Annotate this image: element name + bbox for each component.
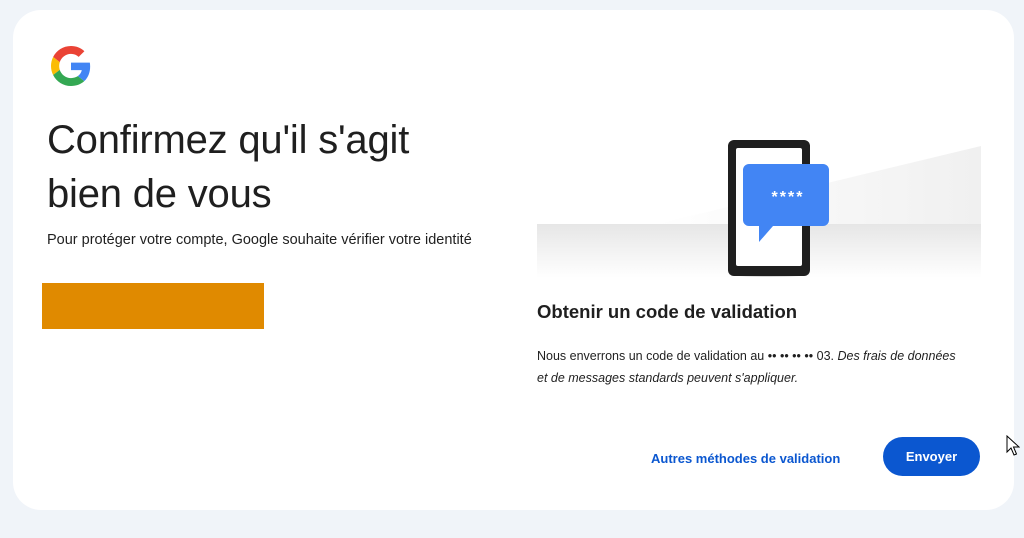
phone-sms-illustration: ****	[537, 128, 981, 278]
title-line-2: bien de vous	[47, 172, 272, 216]
verification-card: Confirmez qu'il s'agit bien de vous Pour…	[13, 10, 1014, 510]
redacted-account-block	[42, 283, 264, 329]
page-title: Confirmez qu'il s'agit bien de vous	[47, 113, 487, 221]
page-subtitle: Pour protéger votre compte, Google souha…	[47, 232, 472, 248]
masked-phone-number: •• •• •• •• 03	[767, 349, 831, 363]
validation-heading: Obtenir un code de validation	[537, 301, 798, 322]
other-methods-link[interactable]: Autres méthodes de validation	[647, 447, 844, 470]
google-logo-icon	[51, 46, 91, 86]
desc-prefix: Nous enverrons un code de validation au	[537, 349, 768, 363]
send-button[interactable]: Envoyer	[883, 437, 980, 476]
validation-description: Nous enverrons un code de validation au …	[537, 345, 957, 389]
bubble-code-text: ****	[772, 189, 805, 206]
title-line-1: Confirmez qu'il s'agit	[47, 118, 410, 162]
mouse-pointer-icon	[1006, 435, 1020, 456]
